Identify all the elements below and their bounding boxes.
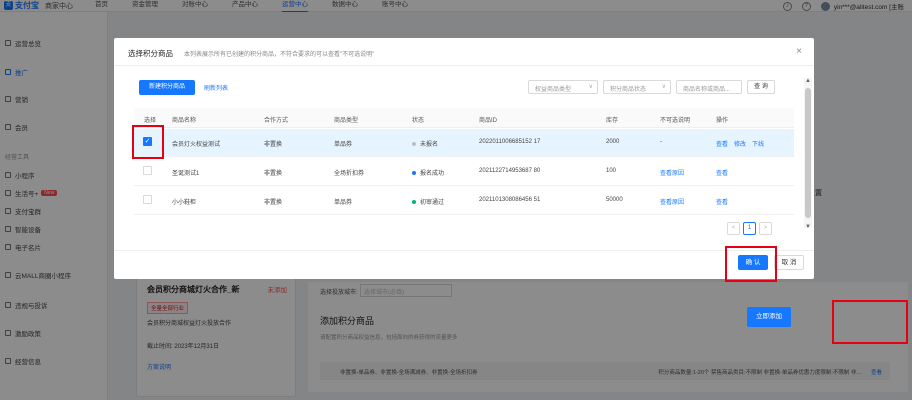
next-page-icon[interactable]: >: [759, 222, 772, 235]
product-id: 2021101308086456 51: [479, 197, 541, 203]
scrollbar-thumb[interactable]: [805, 88, 811, 218]
unselectable-reason: -: [660, 139, 662, 145]
col-ops: 操作: [716, 118, 729, 124]
view-link[interactable]: 查看: [716, 139, 728, 148]
stock: 2000: [606, 139, 620, 145]
col-stock: 库存: [606, 118, 619, 124]
add-now-button[interactable]: 立即添加: [747, 307, 791, 327]
col-coop: 合作方式: [264, 118, 289, 124]
status-text: 初审通过: [420, 200, 445, 206]
edit-link[interactable]: 修改: [734, 139, 746, 148]
close-icon[interactable]: ×: [796, 46, 802, 57]
product-name: 会员灯火权益测试: [172, 142, 221, 148]
col-select: 选择: [144, 118, 157, 124]
col-reason: 不可选说明: [660, 118, 691, 124]
dialog-footer-divider: [114, 250, 814, 251]
dialog-description: 本列表展示所有已创建的积分商品，不符合要求的可以查看"不可选说明": [184, 52, 375, 58]
chevron-down-icon: ∨: [588, 84, 593, 90]
table-header: 选择 商品名称 合作方式 商品类型 状态 商品ID 库存 不可选说明 操作: [134, 108, 794, 128]
benefit-type-select[interactable]: 权益商品类型 ∨: [528, 80, 598, 94]
cancel-button[interactable]: 取 消: [774, 255, 804, 270]
search-button[interactable]: 查 询: [747, 80, 775, 94]
dialog-header: 选择积分商品 本列表展示所有已创建的积分商品，不符合要求的可以查看"不可选说明"…: [114, 38, 814, 66]
coop-method: 非置换: [264, 142, 283, 148]
stock: 50000: [606, 197, 623, 203]
select-value: 权益商品类型: [535, 87, 572, 93]
highlight-checkbox: [132, 125, 164, 159]
status-dot: [412, 142, 416, 147]
new-points-product-button[interactable]: 新建积分商品: [139, 80, 195, 95]
status: 初审通过: [412, 197, 444, 206]
status: 报名成功: [412, 168, 444, 177]
row-checkbox: [143, 195, 152, 204]
product-search-input[interactable]: 商品名称或商品...: [676, 80, 742, 94]
table-row: 圣诞测试1 非置换 全场折扣券 报名成功 2021122714953687 80…: [134, 158, 794, 186]
view-link[interactable]: 查看: [716, 168, 728, 177]
status-text: 未报名: [420, 142, 439, 148]
product-id: 2022011006685152 17: [479, 139, 541, 145]
coop-method: 非置换: [264, 200, 283, 206]
product-type: 单品券: [334, 200, 353, 206]
offline-link[interactable]: 下线: [752, 139, 764, 148]
chevron-down-icon: ∨: [661, 84, 666, 90]
product-type: 全场折扣券: [334, 171, 365, 177]
col-status: 状态: [412, 118, 425, 124]
table-row: 小小鞋柜 非置换 单品券 初审通过 2021101308086456 51 50…: [134, 187, 794, 215]
view-reason-link[interactable]: 查看原因: [660, 168, 684, 177]
status-text: 报名成功: [420, 171, 445, 177]
dialog-title: 选择积分商品: [128, 49, 173, 58]
view-link[interactable]: 查看: [716, 197, 728, 206]
prev-page-icon[interactable]: <: [727, 222, 740, 235]
scroll-up-icon[interactable]: ▲: [804, 78, 812, 86]
status-dot: [412, 200, 416, 205]
view-reason-link[interactable]: 查看原因: [660, 197, 684, 206]
product-status-select[interactable]: 积分商品状态 ∨: [603, 80, 671, 94]
pagination: < 1 >: [724, 222, 772, 235]
select-value: 积分商品状态: [610, 87, 647, 93]
refresh-list-link[interactable]: 刷新列表: [204, 83, 228, 92]
product-id: 2021122714953687 80: [479, 168, 541, 174]
product-name: 圣诞测试1: [172, 171, 200, 177]
col-name: 商品名称: [172, 118, 197, 124]
product-type: 单品券: [334, 142, 353, 148]
scroll-down-icon[interactable]: ▼: [804, 224, 812, 232]
status-dot: [412, 171, 416, 176]
highlight-add-now: [832, 300, 908, 344]
coop-method: 非置换: [264, 171, 283, 177]
product-name: 小小鞋柜: [172, 200, 197, 206]
status: 未报名: [412, 139, 438, 148]
row-checkbox: [143, 166, 152, 175]
col-id: 商品ID: [479, 118, 498, 124]
stock: 100: [606, 168, 617, 174]
select-points-product-dialog: 选择积分商品 本列表展示所有已创建的积分商品，不符合要求的可以查看"不可选说明"…: [114, 38, 814, 279]
highlight-confirm: [725, 246, 777, 282]
col-type: 商品类型: [334, 118, 359, 124]
table-row[interactable]: ✓ 会员灯火权益测试 非置换 单品券 未报名 2022011006685152 …: [134, 129, 794, 157]
page-1[interactable]: 1: [743, 222, 756, 235]
